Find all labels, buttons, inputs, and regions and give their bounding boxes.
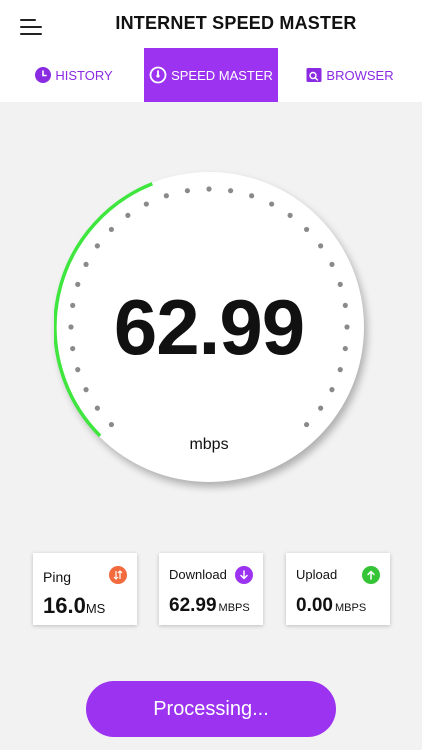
top-bar: INTERNET SPEED MASTER HISTORY SPEED MAST… <box>0 0 422 102</box>
gauge-tick <box>108 226 115 233</box>
tab-history-label: HISTORY <box>55 67 113 83</box>
upload-card: Upload 0.00 MBPS <box>286 553 390 625</box>
gauge-tick <box>303 421 310 428</box>
gauge-tick <box>143 201 149 207</box>
gauge-tick <box>227 188 234 194</box>
browser-search-icon <box>306 67 322 83</box>
download-arrow-icon <box>235 566 253 584</box>
tab-browser-label: BROWSER <box>326 67 394 83</box>
gauge-tick <box>329 261 335 267</box>
gauge-tick <box>108 421 115 428</box>
download-label: Download <box>169 567 227 582</box>
tab-speed-master-label: SPEED MASTER <box>171 67 273 83</box>
speedometer-icon <box>149 66 167 84</box>
speed-unit: mbps <box>189 436 229 453</box>
gauge-tick <box>318 405 324 411</box>
speed-gauge: 62.99 mbps <box>54 172 370 488</box>
download-unit: MBPS <box>218 602 250 614</box>
gauge-tick <box>329 387 335 393</box>
gauge-tick <box>94 405 100 411</box>
speed-value: 62.99 <box>113 283 305 371</box>
upload-value: 0.00 MBPS <box>296 595 366 617</box>
gauge-tick <box>184 188 191 194</box>
gauge-tick <box>318 243 324 249</box>
gauge-tick <box>206 186 212 192</box>
download-value: 62.99 MBPS <box>169 595 250 617</box>
tab-browser[interactable]: BROWSER <box>300 48 400 102</box>
gauge-tick <box>269 201 275 207</box>
gauge-tick <box>94 243 100 249</box>
tab-history[interactable]: HISTORY <box>24 48 124 102</box>
ping-unit: MS <box>85 601 106 616</box>
ping-card: Ping 16.0MS <box>33 553 137 625</box>
hamburger-menu-icon[interactable] <box>20 16 46 38</box>
app-title: INTERNET SPEED MASTER <box>115 13 357 33</box>
gauge-tick <box>83 387 89 393</box>
ping-number: 16.0 <box>43 593 86 618</box>
upload-arrow-icon <box>362 566 380 584</box>
gauge-tick <box>303 226 310 233</box>
tab-speed-master[interactable]: SPEED MASTER <box>144 48 278 102</box>
gauge-tick <box>287 212 293 218</box>
ping-icon <box>109 566 127 584</box>
gauge-tick <box>163 193 169 199</box>
processing-button[interactable]: Processing... <box>86 681 336 737</box>
gauge-tick <box>249 193 255 199</box>
ping-value: 16.0MS <box>43 593 105 619</box>
upload-unit: MBPS <box>334 602 367 614</box>
gauge-tick <box>83 261 89 267</box>
ping-label: Ping <box>43 569 72 585</box>
upload-number: 0.00 <box>296 595 333 616</box>
clock-icon <box>35 67 52 83</box>
download-card: Download 62.99 MBPS <box>159 553 263 625</box>
download-number: 62.99 <box>169 595 217 616</box>
upload-label: Upload <box>296 567 338 582</box>
gauge-tick <box>125 212 131 218</box>
